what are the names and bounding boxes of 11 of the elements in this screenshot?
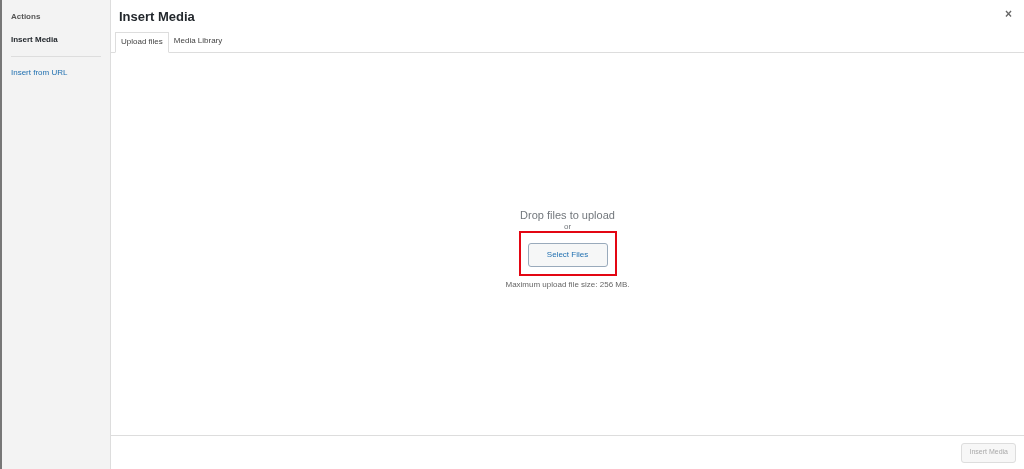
sidebar-item[interactable]: Insert Media	[11, 34, 101, 46]
tab[interactable]: Upload files	[115, 31, 169, 53]
upload-size-note: Maximum upload file size: 256 MB.	[505, 279, 630, 291]
or-text: or	[563, 223, 572, 231]
sidebar-heading: Actions	[11, 11, 42, 23]
sidebar-item[interactable]: Insert from URL	[11, 67, 101, 79]
tab[interactable]: Media Library	[168, 30, 228, 52]
modal-title: Insert Media	[119, 8, 195, 26]
close-button[interactable]: ×	[1003, 6, 1014, 22]
select-files-button[interactable]: Select Files	[527, 243, 608, 267]
upload-heading: Drop files to upload	[520, 207, 615, 223]
